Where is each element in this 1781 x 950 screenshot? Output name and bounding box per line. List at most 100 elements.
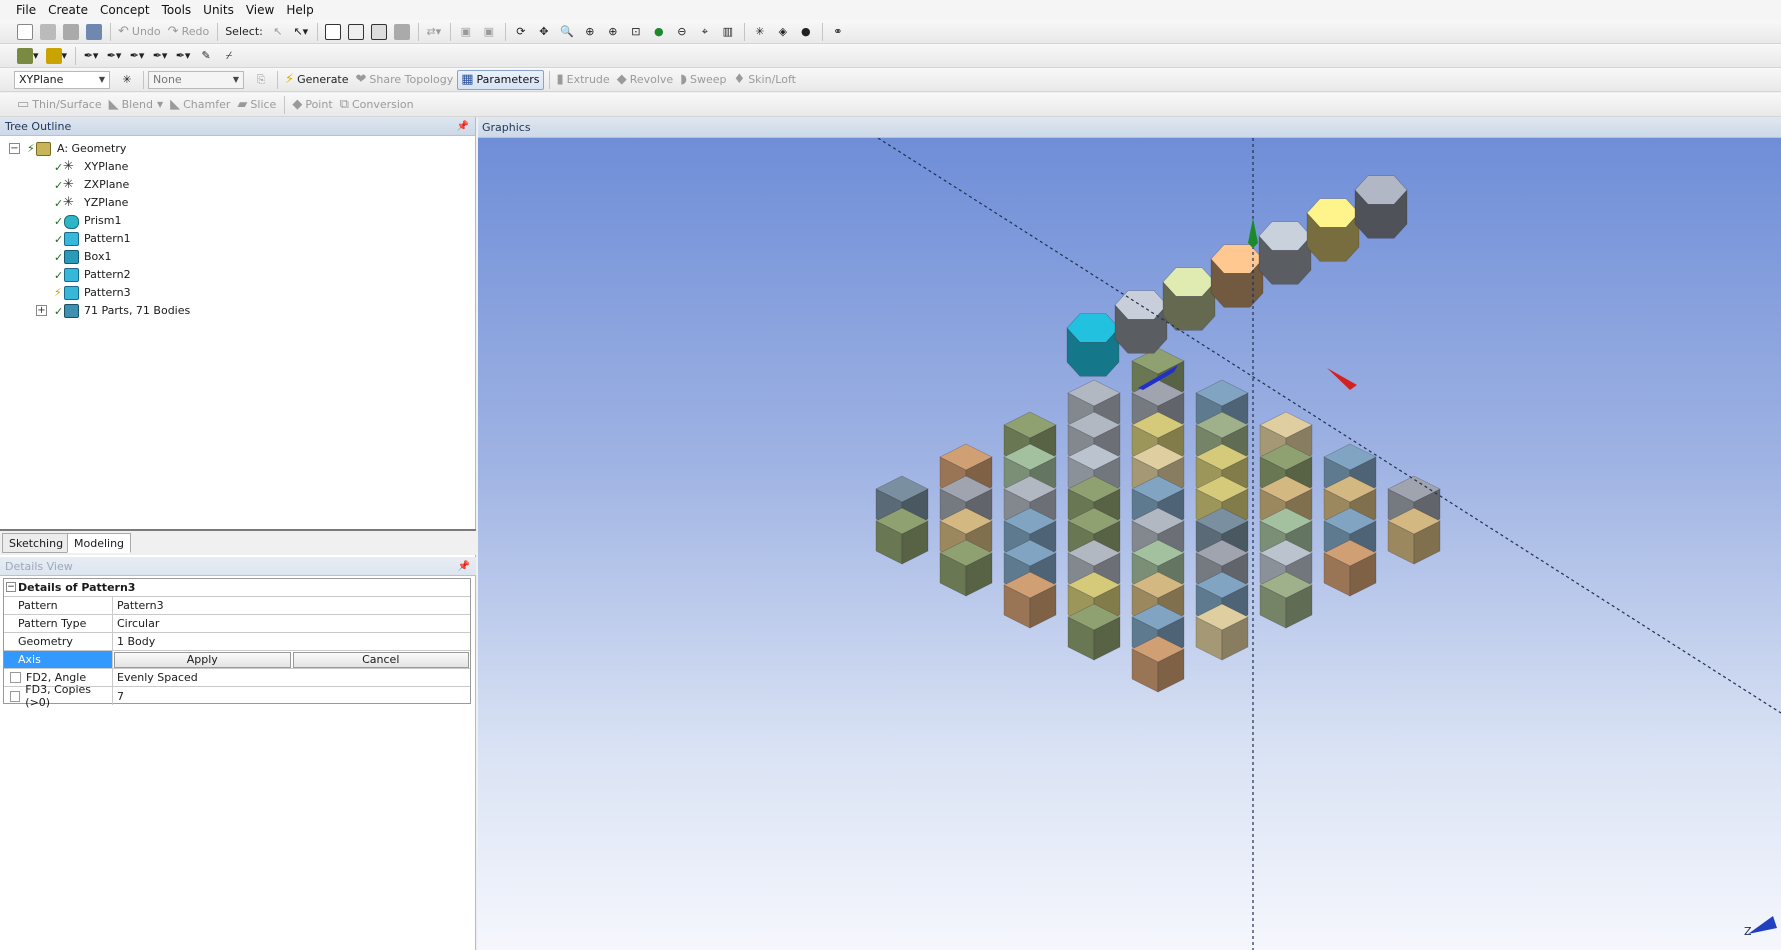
- skin-loft-button[interactable]: ♦ Skin/Loft: [731, 70, 799, 90]
- tree-item-yzplane[interactable]: ✓ ✳ YZPlane: [0, 194, 475, 212]
- details-view-title: Details View: [5, 559, 73, 573]
- details-row-geometry[interactable]: Geometry 1 Body: [4, 633, 470, 651]
- model-display-icon[interactable]: ◈: [772, 22, 794, 42]
- tree-item-pattern1[interactable]: ✓ Pattern1: [0, 230, 475, 248]
- revolve-button[interactable]: ◆ Revolve: [614, 70, 677, 90]
- sketch-tool-4-icon[interactable]: ✒▾: [149, 46, 171, 66]
- share-topology-button[interactable]: ❤ Share Topology: [353, 70, 457, 90]
- look-at-icon[interactable]: ⌖: [694, 22, 716, 42]
- plane-select[interactable]: XYPlane ▼: [14, 70, 110, 89]
- menu-create[interactable]: Create: [42, 3, 94, 17]
- magnify-icon[interactable]: ●: [648, 22, 670, 42]
- new-sketch-icon[interactable]: ⎘: [250, 70, 272, 90]
- tab-modeling[interactable]: Modeling: [67, 533, 132, 553]
- chevron-down-icon: ▼: [98, 75, 105, 84]
- collapse-icon[interactable]: −: [9, 143, 20, 154]
- conversion-button[interactable]: ⧉ Conversion: [337, 95, 417, 115]
- screenshot-icon[interactable]: [83, 22, 105, 42]
- select-vertex-icon[interactable]: [322, 22, 344, 42]
- model-canvas[interactable]: Z: [478, 138, 1781, 950]
- extend-select-icon[interactable]: ⇄▾: [423, 22, 445, 42]
- redo-button[interactable]: ↷ Redo: [165, 22, 213, 42]
- sketch-tool-2-icon[interactable]: ✒▾: [103, 46, 125, 66]
- tree-item-box1[interactable]: ✓ Box1: [0, 248, 475, 266]
- graphics-viewport[interactable]: Z: [478, 138, 1781, 950]
- tree-item-pattern2[interactable]: ✓ Pattern2: [0, 266, 475, 284]
- generate-button[interactable]: ⚡ Generate: [282, 70, 352, 90]
- cancel-button[interactable]: Cancel: [292, 651, 469, 668]
- display-icon[interactable]: ▥: [717, 22, 739, 42]
- tree-item-prism1[interactable]: ✓ Prism1: [0, 212, 475, 230]
- extrude-button[interactable]: ▮ Extrude: [554, 70, 613, 90]
- sketch-select[interactable]: None ▼: [148, 70, 244, 89]
- select-edge-icon[interactable]: [345, 22, 367, 42]
- undo-button[interactable]: ↶ Undo: [115, 22, 164, 42]
- menu-file[interactable]: File: [10, 3, 42, 17]
- box-zoom-icon[interactable]: ⊕: [579, 22, 601, 42]
- menu-concept[interactable]: Concept: [94, 3, 156, 17]
- sketch-tool-1-icon[interactable]: ✒▾: [80, 46, 102, 66]
- expand-icon[interactable]: +: [36, 305, 47, 316]
- details-row-axis[interactable]: Axis Apply Cancel: [4, 651, 470, 669]
- details-row-pattern-type[interactable]: Pattern Type Circular: [4, 615, 470, 633]
- grid-icon[interactable]: ▾: [14, 46, 42, 66]
- menu-units[interactable]: Units: [197, 3, 240, 17]
- parameter-checkbox[interactable]: [10, 672, 21, 683]
- chamfer-button[interactable]: ◣ Chamfer: [167, 95, 233, 115]
- color-icon[interactable]: ▾: [43, 46, 71, 66]
- slice-button[interactable]: ▰ Slice: [234, 95, 279, 115]
- tree-item-parts[interactable]: + ✓ 71 Parts, 71 Bodies: [0, 302, 475, 320]
- share-topology-label: Share Topology: [369, 73, 454, 86]
- new-icon[interactable]: [14, 22, 36, 42]
- thin-surface-button[interactable]: ▭ Thin/Surface: [14, 95, 105, 115]
- sweep-button[interactable]: ◗ Sweep: [677, 70, 729, 90]
- zoom-icon[interactable]: 🔍: [556, 22, 578, 42]
- pan-icon[interactable]: ✥: [533, 22, 555, 42]
- sketch-tool-3-icon[interactable]: ✒▾: [126, 46, 148, 66]
- tree-outline-title: Tree Outline: [5, 119, 72, 133]
- zoom-out-icon[interactable]: ⊖: [671, 22, 693, 42]
- details-value[interactable]: 1 Body: [113, 633, 470, 650]
- details-row-copies[interactable]: FD3, Copies (>0) 7: [4, 683, 470, 709]
- export-icon[interactable]: [60, 22, 82, 42]
- parameters-button[interactable]: ▦ Parameters: [457, 69, 544, 90]
- apply-button[interactable]: Apply: [114, 651, 291, 668]
- zoom-to-fit-icon[interactable]: ⊕: [602, 22, 624, 42]
- select-body-icon[interactable]: [391, 22, 413, 42]
- save-icon[interactable]: [37, 22, 59, 42]
- details-row-pattern[interactable]: Pattern Pattern3: [4, 597, 470, 615]
- details-value[interactable]: Pattern3: [113, 597, 470, 614]
- new-plane-icon[interactable]: ✳: [116, 70, 138, 90]
- menu-tools[interactable]: Tools: [156, 3, 198, 17]
- checkmark-icon: ✓: [54, 197, 64, 210]
- tree-item-xyplane[interactable]: ✓ ✳ XYPlane: [0, 158, 475, 176]
- pin-icon[interactable]: 📌: [457, 121, 469, 132]
- pin-icon[interactable]: 📌: [458, 561, 470, 572]
- dot-icon[interactable]: ●: [795, 22, 817, 42]
- parameter-checkbox[interactable]: [10, 690, 21, 702]
- sketch-tool-5-icon[interactable]: ✒▾: [172, 46, 194, 66]
- details-value[interactable]: 7: [113, 687, 470, 705]
- select-type-icon[interactable]: ↖▾: [290, 22, 312, 42]
- blend-button[interactable]: ◣ Blend ▼: [106, 95, 166, 115]
- point-button[interactable]: ◆ Point: [289, 95, 335, 115]
- triad-icon[interactable]: ✳: [749, 22, 771, 42]
- tree-root[interactable]: − ⚡ A: Geometry: [0, 140, 475, 158]
- fit-selection-icon[interactable]: ▣: [455, 22, 477, 42]
- tree-item-zxplane[interactable]: ✓ ✳ ZXPlane: [0, 176, 475, 194]
- measure-tool-icon[interactable]: ⌿: [218, 46, 240, 66]
- pin-tool-icon[interactable]: ✎: [195, 46, 217, 66]
- rotate-icon[interactable]: ⟳: [510, 22, 532, 42]
- collapse-icon[interactable]: −: [6, 582, 16, 592]
- select-mode-icon[interactable]: ↖: [267, 22, 289, 42]
- graphics-options-icon[interactable]: ⚭: [827, 22, 849, 42]
- tab-sketching[interactable]: Sketching: [2, 533, 71, 553]
- menu-view[interactable]: View: [240, 3, 280, 17]
- fit-all-icon[interactable]: ▣: [478, 22, 500, 42]
- zoom-box-icon[interactable]: ⊡: [625, 22, 647, 42]
- details-value[interactable]: Circular: [113, 615, 470, 632]
- tree-item-pattern3[interactable]: ⚡ Pattern3: [0, 284, 475, 302]
- menu-help[interactable]: Help: [280, 3, 319, 17]
- select-face-icon[interactable]: [368, 22, 390, 42]
- details-value[interactable]: Evenly Spaced: [113, 669, 470, 686]
